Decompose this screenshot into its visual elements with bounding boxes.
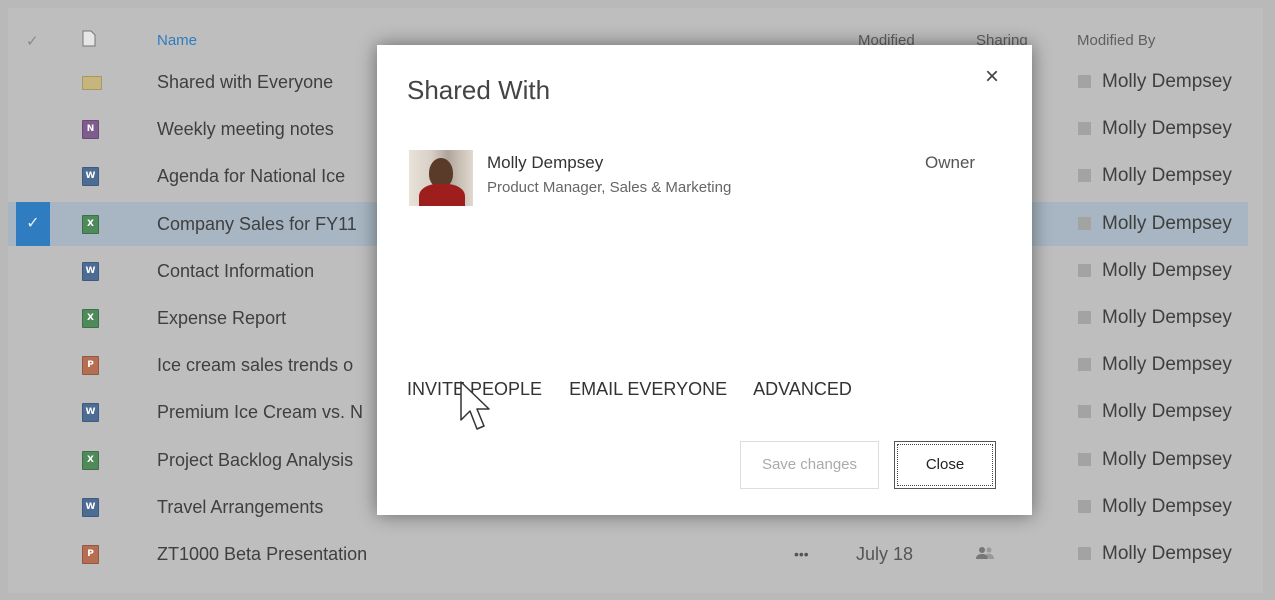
- row-check-icon[interactable]: [16, 60, 50, 104]
- column-modified-by[interactable]: Modified By: [1077, 32, 1155, 49]
- modified-by-name[interactable]: Molly Dempsey: [1102, 260, 1232, 281]
- excel-file-icon: X: [82, 309, 99, 328]
- file-name-link[interactable]: Weekly meeting notes: [157, 107, 334, 151]
- presence-indicator-icon: [1078, 452, 1091, 466]
- file-name-link[interactable]: Shared with Everyone: [157, 60, 333, 104]
- row-check-icon[interactable]: [16, 296, 50, 340]
- modified-by-name[interactable]: Molly Dempsey: [1102, 496, 1232, 517]
- file-name-link[interactable]: Travel Arrangements: [157, 485, 323, 529]
- modified-by-cell: Molly Dempsey: [1078, 532, 1232, 576]
- file-type-header-icon: [82, 30, 96, 51]
- mouse-pointer-icon: [460, 381, 490, 430]
- close-icon[interactable]: ×: [985, 65, 999, 89]
- file-name-link[interactable]: ZT1000 Beta Presentation: [157, 532, 367, 576]
- email-everyone-link[interactable]: EMAIL EVERYONE: [569, 379, 727, 399]
- excel-file-icon: X: [82, 450, 99, 470]
- modified-by-name[interactable]: Molly Dempsey: [1102, 401, 1232, 422]
- dialog-title: Shared With: [407, 75, 551, 105]
- modified-by-cell: Molly Dempsey: [1078, 249, 1232, 293]
- modified-by-cell: Molly Dempsey: [1078, 390, 1232, 434]
- modified-by-cell: Molly Dempsey: [1078, 438, 1232, 482]
- presence-indicator-icon: [1078, 122, 1091, 136]
- powerpoint-file-icon: P: [82, 356, 99, 376]
- file-name-link[interactable]: Agenda for National Ice: [157, 154, 345, 198]
- presence-indicator-icon: [1078, 311, 1091, 324]
- word-file-icon: W: [82, 497, 99, 517]
- modified-by-name[interactable]: Molly Dempsey: [1102, 543, 1232, 564]
- row-check-icon[interactable]: [16, 107, 50, 151]
- modified-by-cell: Molly Dempsey: [1078, 343, 1232, 387]
- word-file-icon: W: [82, 403, 99, 423]
- person-name[interactable]: Molly Dempsey: [487, 153, 603, 173]
- file-name-link[interactable]: Company Sales for FY11: [157, 202, 357, 246]
- modified-by-cell: Molly Dempsey: [1078, 60, 1232, 104]
- file-name-link[interactable]: Premium Ice Cream vs. N: [157, 390, 363, 434]
- table-row[interactable]: P ZT1000 Beta Presentation ••• July 18 Molly…: [8, 532, 1248, 576]
- avatar: [409, 150, 473, 206]
- file-name-link[interactable]: Project Backlog Analysis: [157, 438, 353, 482]
- modified-by-cell: Molly Dempsey: [1078, 107, 1232, 151]
- file-name-link[interactable]: Contact Information: [157, 249, 314, 293]
- modified-by-name[interactable]: Molly Dempsey: [1102, 165, 1232, 186]
- presence-indicator-icon: [1078, 499, 1091, 513]
- onenote-file-icon: N: [82, 120, 99, 140]
- presence-indicator-icon: [1078, 263, 1091, 277]
- modified-by-name[interactable]: Molly Dempsey: [1102, 118, 1232, 139]
- modified-by-cell: Molly Dempsey: [1078, 296, 1232, 340]
- permission-level: Owner: [925, 153, 976, 172]
- file-name-link[interactable]: Expense Report: [157, 296, 286, 340]
- row-check-icon[interactable]: [16, 249, 50, 293]
- presence-indicator-icon: [1078, 75, 1091, 88]
- modified-by-name[interactable]: Molly Dempsey: [1102, 213, 1232, 234]
- modified-by-name[interactable]: Molly Dempsey: [1102, 354, 1232, 375]
- word-file-icon: W: [82, 167, 99, 187]
- row-check-icon[interactable]: [16, 438, 50, 482]
- modified-by-name[interactable]: Molly Dempsey: [1102, 307, 1232, 328]
- modified-by-name[interactable]: Molly Dempsey: [1102, 71, 1232, 92]
- close-button[interactable]: Close: [894, 441, 996, 489]
- modified-by-cell: Molly Dempsey: [1078, 202, 1232, 246]
- more-options-icon[interactable]: •••: [794, 532, 809, 576]
- presence-indicator-icon: [1078, 547, 1091, 560]
- row-check-icon[interactable]: [16, 390, 50, 434]
- modified-by-name[interactable]: Molly Dempsey: [1102, 449, 1232, 470]
- powerpoint-file-icon: P: [82, 545, 99, 564]
- row-check-icon[interactable]: [16, 485, 50, 529]
- folder-icon: [82, 76, 102, 90]
- presence-indicator-icon: [1078, 169, 1091, 183]
- row-check-icon[interactable]: [16, 343, 50, 387]
- presence-indicator-icon: [1078, 405, 1091, 419]
- row-check-icon[interactable]: [16, 154, 50, 198]
- excel-file-icon: X: [82, 214, 99, 234]
- shared-with-dialog: Shared With × Molly Dempsey Product Mana…: [377, 45, 1032, 515]
- select-all-check-icon[interactable]: ✓: [26, 32, 39, 50]
- row-check-icon[interactable]: [16, 532, 50, 576]
- word-file-icon: W: [82, 261, 99, 281]
- column-name[interactable]: Name: [157, 32, 197, 49]
- person-title: Product Manager, Sales & Marketing: [487, 179, 732, 196]
- file-name-link[interactable]: Ice cream sales trends o: [157, 343, 353, 387]
- modified-by-cell: Molly Dempsey: [1078, 485, 1232, 529]
- presence-indicator-icon: [1078, 358, 1091, 372]
- presence-indicator-icon: [1078, 216, 1091, 230]
- advanced-link[interactable]: ADVANCED: [753, 379, 852, 399]
- modified-date: July 18: [856, 544, 914, 564]
- save-changes-button[interactable]: Save changes: [740, 441, 879, 489]
- people-icon[interactable]: [976, 532, 994, 576]
- modified-by-cell: Molly Dempsey: [1078, 154, 1232, 198]
- row-check-icon[interactable]: ✓: [16, 201, 50, 246]
